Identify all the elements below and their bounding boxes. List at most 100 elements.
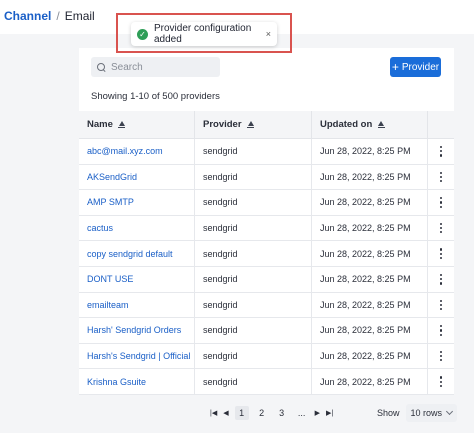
row-actions	[428, 369, 454, 394]
success-toast: ✓ Provider configuration added ×	[131, 22, 277, 46]
page-ellipsis: ...	[297, 408, 306, 418]
provider-name-link[interactable]: abc@mail.xyz.com	[79, 139, 195, 164]
provider-name-link[interactable]: Krishna Gsuite	[79, 369, 195, 394]
table-row: Harsh' Sendgrid Orders sendgrid Jun 28, …	[79, 318, 454, 344]
provider-name-link[interactable]: AMP SMTP	[79, 190, 195, 215]
provider-name-link[interactable]: Harsh' Sendgrid Orders	[79, 318, 195, 343]
row-actions	[428, 293, 454, 318]
updated-on: Jun 28, 2022, 8:25 PM	[312, 190, 428, 215]
kebab-icon[interactable]	[439, 299, 443, 311]
provider-name-link[interactable]: cactus	[79, 215, 195, 241]
column-header-provider[interactable]: Provider	[195, 111, 312, 138]
updated-on: Jun 28, 2022, 8:25 PM	[312, 139, 428, 164]
page-button-2[interactable]: 2	[255, 406, 269, 420]
kebab-icon[interactable]	[439, 197, 443, 208]
provider-type: sendgrid	[195, 318, 312, 343]
provider-name-link[interactable]: emailteam	[79, 292, 195, 318]
updated-on: Jun 28, 2022, 8:25 PM	[312, 241, 428, 266]
kebab-icon[interactable]	[439, 171, 443, 183]
provider-name-link[interactable]: DONT USE	[79, 266, 195, 292]
breadcrumb-separator: /	[56, 9, 60, 23]
provider-type: sendgrid	[195, 292, 312, 318]
provider-type: sendgrid	[195, 369, 312, 394]
page-button-3[interactable]: 3	[275, 406, 289, 420]
search-icon	[97, 62, 106, 72]
provider-name-link[interactable]: AKSendGrid	[79, 164, 195, 190]
table-header: Name Provider Updated on	[79, 111, 454, 139]
table-row: Harsh's Sendgrid | Official sendgrid Jun…	[79, 343, 454, 370]
provider-type: sendgrid	[195, 190, 312, 215]
next-page-icon[interactable]: ▶	[315, 409, 320, 417]
kebab-icon[interactable]	[439, 248, 443, 259]
check-circle-icon: ✓	[137, 28, 148, 40]
table-row: copy sendgrid default sendgrid Jun 28, 2…	[79, 241, 454, 267]
breadcrumb-channel-link[interactable]: Channel	[4, 9, 51, 23]
updated-on: Jun 28, 2022, 8:25 PM	[312, 215, 428, 241]
updated-on: Jun 28, 2022, 8:25 PM	[312, 164, 428, 190]
chevron-down-icon	[445, 407, 453, 416]
add-provider-label: Provider	[401, 61, 440, 73]
table-row: abc@mail.xyz.com sendgrid Jun 28, 2022, …	[79, 139, 454, 165]
table-row: emailteam sendgrid Jun 28, 2022, 8:25 PM	[79, 292, 454, 319]
provider-name-link[interactable]: copy sendgrid default	[79, 241, 195, 266]
row-actions	[428, 318, 454, 343]
kebab-icon[interactable]	[439, 376, 443, 387]
column-header-label: Provider	[203, 119, 242, 130]
kebab-icon[interactable]	[439, 350, 443, 362]
column-header-updated[interactable]: Updated on	[312, 111, 428, 138]
row-actions	[428, 241, 454, 266]
kebab-icon[interactable]	[439, 273, 443, 285]
last-page-icon[interactable]: ▶|	[326, 409, 333, 417]
page-size-label: Show	[377, 408, 400, 418]
breadcrumb-current: Email	[64, 9, 95, 23]
prev-page-icon[interactable]: ◀	[223, 409, 228, 417]
page-size-control: Show 10 rows	[377, 404, 457, 422]
toast-message: Provider configuration added	[154, 23, 252, 45]
table-row: AMP SMTP sendgrid Jun 28, 2022, 8:25 PM	[79, 190, 454, 216]
row-actions	[428, 190, 454, 215]
close-icon[interactable]: ×	[266, 29, 271, 39]
provider-type: sendgrid	[195, 343, 312, 369]
provider-type: sendgrid	[195, 215, 312, 241]
table-row: AKSendGrid sendgrid Jun 28, 2022, 8:25 P…	[79, 164, 454, 191]
row-actions	[428, 139, 454, 164]
search-input[interactable]	[111, 61, 211, 73]
row-actions	[428, 267, 454, 292]
column-header-label: Updated on	[320, 119, 373, 130]
results-summary: Showing 1-10 of 500 providers	[91, 91, 220, 102]
provider-name-link[interactable]: Harsh's Sendgrid | Official	[79, 343, 195, 369]
updated-on: Jun 28, 2022, 8:25 PM	[312, 292, 428, 318]
updated-on: Jun 28, 2022, 8:25 PM	[312, 266, 428, 292]
kebab-icon[interactable]	[439, 146, 443, 157]
updated-on: Jun 28, 2022, 8:25 PM	[312, 318, 428, 343]
sort-up-icon[interactable]	[377, 121, 385, 128]
plus-icon: +	[391, 60, 399, 74]
column-header-actions	[428, 111, 454, 138]
provider-type: sendgrid	[195, 241, 312, 266]
kebab-icon[interactable]	[439, 222, 443, 234]
pagination: |◀ ◀ 1 2 3 ... ▶ ▶|	[210, 406, 333, 420]
sort-up-icon[interactable]	[247, 121, 255, 128]
row-actions	[428, 165, 454, 190]
table-row: DONT USE sendgrid Jun 28, 2022, 8:25 PM	[79, 266, 454, 293]
kebab-icon[interactable]	[439, 325, 443, 336]
search-box[interactable]	[91, 57, 220, 77]
breadcrumb: Channel / Email	[4, 8, 95, 24]
updated-on: Jun 28, 2022, 8:25 PM	[312, 369, 428, 394]
provider-type: sendgrid	[195, 164, 312, 190]
table-row: Krishna Gsuite sendgrid Jun 28, 2022, 8:…	[79, 369, 454, 395]
sort-up-icon[interactable]	[118, 121, 126, 128]
table-row: cactus sendgrid Jun 28, 2022, 8:25 PM	[79, 215, 454, 242]
updated-on: Jun 28, 2022, 8:25 PM	[312, 343, 428, 369]
row-actions	[428, 344, 454, 369]
provider-type: sendgrid	[195, 139, 312, 164]
page-size-value: 10 rows	[410, 408, 443, 418]
page-button-1[interactable]: 1	[234, 406, 249, 420]
row-actions	[428, 216, 454, 241]
page-size-select[interactable]: 10 rows	[405, 404, 457, 422]
column-header-name[interactable]: Name	[79, 111, 195, 138]
provider-type: sendgrid	[195, 266, 312, 292]
providers-table: Name Provider Updated on abc@mail.xyz.co…	[79, 111, 454, 395]
first-page-icon[interactable]: |◀	[210, 409, 217, 417]
add-provider-button[interactable]: + Provider	[390, 57, 441, 77]
